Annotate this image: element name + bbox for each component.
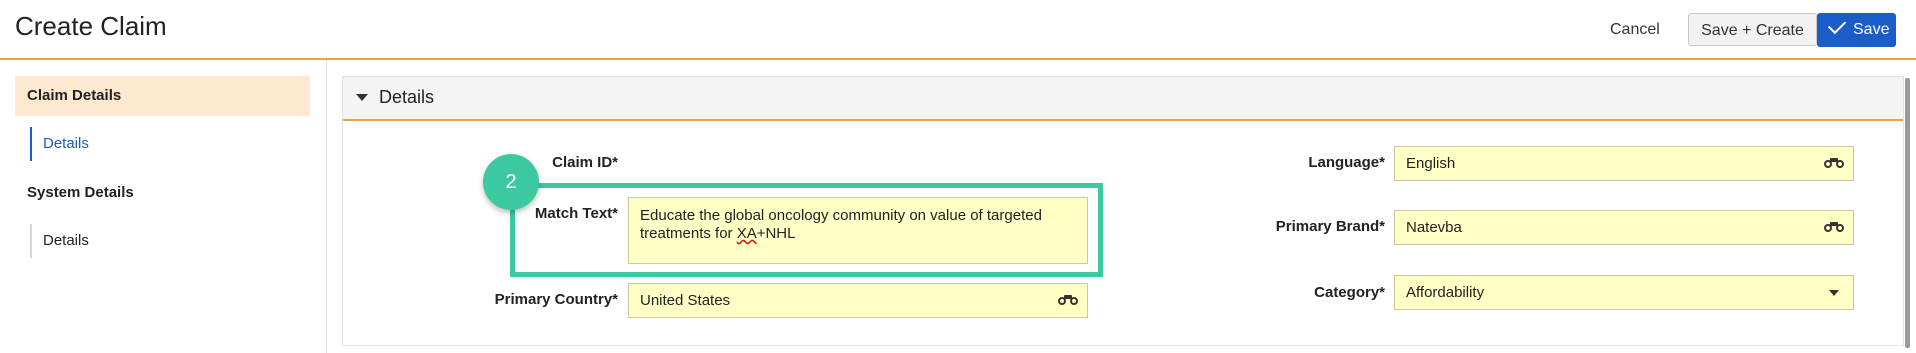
cancel-button[interactable]: Cancel (1610, 16, 1660, 44)
primary-brand-field[interactable]: Natevba (1394, 210, 1854, 245)
chevron-down-icon[interactable] (1829, 290, 1839, 296)
step-number-badge: 2 (483, 154, 539, 210)
language-field[interactable]: English (1394, 146, 1854, 181)
caret-down-icon[interactable] (356, 94, 368, 101)
sidebar-group-claim-details[interactable]: Claim Details (15, 76, 310, 116)
section-header[interactable]: Details (343, 77, 1903, 121)
binoculars-icon[interactable] (1058, 295, 1078, 307)
sidebar-group-system-details[interactable]: System Details (15, 173, 310, 213)
save-create-button[interactable]: Save + Create (1688, 13, 1817, 46)
primary-brand-value: Natevba (1406, 219, 1462, 236)
section-title: Details (379, 87, 435, 107)
primary-brand-label: Primary Brand* (1275, 218, 1385, 235)
page-title: Create Claim (15, 11, 167, 41)
category-label: Category* (1314, 284, 1385, 301)
save-button[interactable]: Save (1817, 13, 1896, 47)
sidebar: Claim Details Details System Details Det… (0, 60, 327, 353)
language-label: Language* (1308, 154, 1385, 171)
category-value: Affordability (1406, 284, 1485, 301)
language-value: English (1406, 155, 1456, 172)
primary-country-field[interactable]: United States (628, 283, 1088, 318)
binoculars-icon[interactable] (1824, 158, 1844, 170)
step-highlight-box (510, 183, 1103, 277)
primary-country-label: Primary Country* (494, 291, 618, 308)
scrollbar[interactable] (1905, 78, 1910, 348)
sidebar-item-system-details-details[interactable]: Details (30, 224, 230, 258)
category-select[interactable]: Affordability (1394, 275, 1854, 310)
page-header: Create Claim Cancel Save + Create Save (0, 0, 1916, 60)
primary-country-value: United States (640, 292, 731, 309)
check-icon (1827, 15, 1847, 35)
sidebar-item-claim-details-details[interactable]: Details (30, 127, 230, 161)
binoculars-icon[interactable] (1824, 222, 1844, 234)
save-button-label: Save (1853, 21, 1890, 38)
